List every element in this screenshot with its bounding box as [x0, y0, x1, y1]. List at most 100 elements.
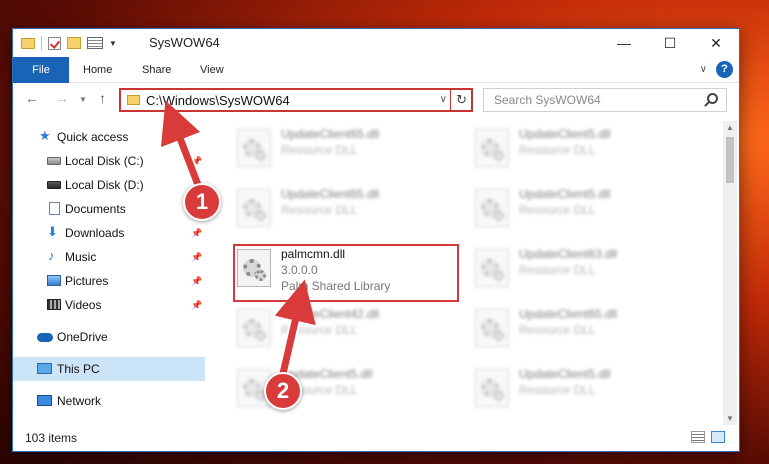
- address-separator: [450, 90, 451, 110]
- disk-icon: [47, 181, 61, 189]
- status-bar: 103 items: [13, 425, 739, 451]
- dll-file-icon: [475, 189, 509, 227]
- properties-icon[interactable]: [48, 36, 61, 50]
- sidebar-item-network[interactable]: Network: [13, 389, 205, 413]
- file-name: UpdateClient65.dll: [281, 187, 380, 201]
- sidebar-item-pictures[interactable]: Pictures 📌: [13, 269, 205, 293]
- address-bar[interactable]: C:\Windows\SysWOW64 ∨ ↻: [119, 88, 473, 112]
- file-name: UpdateClient5.dll: [519, 127, 611, 141]
- scroll-thumb[interactable]: [726, 137, 734, 183]
- file-description: Resource DLL: [519, 323, 596, 337]
- search-icon[interactable]: [707, 93, 718, 104]
- file-description: Resource DLL: [281, 203, 358, 217]
- tiles-view-icon[interactable]: [711, 431, 725, 443]
- pin-icon: 📌: [191, 251, 203, 262]
- file-item[interactable]: UpdateClient42.dll Resource DLL: [233, 301, 453, 353]
- downloads-icon: ⬇: [47, 224, 58, 239]
- back-arrow-icon[interactable]: ←: [25, 90, 39, 106]
- sidebar-item-this-pc[interactable]: This PC: [13, 357, 205, 381]
- sidebar-item-label: This PC: [57, 362, 100, 376]
- sidebar-item-label: Local Disk (C:): [65, 154, 144, 168]
- music-icon: ♪: [48, 248, 55, 263]
- pictures-icon: [47, 275, 61, 286]
- file-name: UpdateClient5.dll: [519, 187, 611, 201]
- help-icon[interactable]: ?: [716, 61, 733, 78]
- file-name: UpdateClient65.dll: [281, 127, 380, 141]
- minimize-button[interactable]: —: [601, 29, 647, 57]
- sidebar-item-local-disk-c[interactable]: Local Disk (C:) 📌: [13, 149, 205, 173]
- close-button[interactable]: ✕: [693, 29, 739, 57]
- sidebar-item-label: OneDrive: [57, 330, 108, 344]
- sidebar-item-documents[interactable]: Documents 📌: [13, 197, 205, 221]
- forward-arrow-icon[interactable]: →: [55, 90, 69, 106]
- vertical-scrollbar[interactable]: ▲ ▼: [723, 121, 737, 425]
- dll-file-icon: [475, 129, 509, 167]
- sidebar-item-label: Videos: [65, 298, 102, 312]
- pin-icon: 📌: [191, 275, 203, 286]
- file-description: Resource DLL: [519, 143, 596, 157]
- file-name: UpdateClient65.dll: [519, 307, 618, 321]
- file-item[interactable]: UpdateClient65.dll Resource DLL: [471, 301, 691, 353]
- file-description: Resource DLL: [281, 323, 358, 337]
- documents-icon: [49, 202, 60, 215]
- file-item[interactable]: UpdateClient63.dll Resource DLL: [471, 241, 691, 293]
- refresh-icon[interactable]: ↻: [456, 92, 467, 108]
- address-path[interactable]: C:\Windows\SysWOW64: [146, 93, 290, 108]
- sidebar-item-label: Network: [57, 394, 102, 408]
- search-box[interactable]: Search SysWOW64: [483, 88, 727, 112]
- navigation-pane: ★ Quick access Local Disk (C:) 📌 Local D…: [13, 121, 207, 423]
- file-name: UpdateClient63.dll: [519, 247, 618, 261]
- folder-icon: [127, 95, 140, 105]
- sidebar-item-videos[interactable]: Videos 📌: [13, 293, 205, 317]
- file-item[interactable]: UpdateClient65.dll Resource DLL: [233, 181, 453, 233]
- sidebar-item-onedrive[interactable]: OneDrive: [13, 325, 205, 349]
- tab-home[interactable]: Home: [83, 57, 112, 83]
- quick-access-toolbar: ▼: [21, 34, 117, 52]
- file-item[interactable]: UpdateClient5.dll Resource DLL: [471, 181, 691, 233]
- this-pc-icon: [37, 363, 52, 374]
- onedrive-icon: [37, 333, 53, 342]
- tab-share[interactable]: Share: [142, 57, 171, 83]
- dll-file-icon: [237, 189, 271, 227]
- maximize-button[interactable]: ☐: [647, 29, 693, 57]
- dll-file-icon: [475, 249, 509, 287]
- sidebar-item-label: Quick access: [57, 130, 129, 144]
- file-explorer-window: ▼ SysWOW64 — ☐ ✕ File Home Share View ∨ …: [12, 28, 740, 452]
- tab-file[interactable]: File: [13, 57, 69, 83]
- file-item[interactable]: UpdateClient65.dll Resource DLL: [233, 121, 453, 173]
- chevron-down-icon[interactable]: ∨: [700, 64, 707, 75]
- disk-icon: [47, 157, 61, 165]
- title-bar: ▼ SysWOW64 — ☐ ✕: [13, 29, 739, 57]
- file-name: UpdateClient42.dll: [281, 307, 380, 321]
- details-view-icon[interactable]: [691, 431, 705, 443]
- tab-view[interactable]: View: [200, 57, 224, 83]
- videos-icon: [47, 299, 61, 310]
- file-description: Resource DLL: [519, 383, 596, 397]
- sidebar-item-quick-access[interactable]: ★ Quick access: [13, 125, 205, 149]
- file-item[interactable]: UpdateClient5.dll Resource DLL: [471, 361, 691, 413]
- ribbon: File Home Share View ∨ ?: [13, 57, 739, 83]
- sidebar-item-local-disk-d[interactable]: Local Disk (D:): [13, 173, 205, 197]
- navigation-bar: ← → ▼ ↑ C:\Windows\SysWOW64 ∨ ↻ Search S…: [13, 84, 739, 116]
- chevron-down-icon[interactable]: ▼: [79, 95, 87, 104]
- sidebar-item-music[interactable]: ♪ Music 📌: [13, 245, 205, 269]
- search-input[interactable]: Search SysWOW64: [494, 93, 601, 107]
- view-options-icon[interactable]: [87, 37, 103, 49]
- scroll-down-icon[interactable]: ▼: [726, 414, 734, 423]
- sidebar-item-label: Documents: [65, 202, 126, 216]
- sidebar-item-label: Music: [65, 250, 97, 264]
- scroll-up-icon[interactable]: ▲: [726, 123, 734, 132]
- dll-file-icon: [475, 369, 509, 407]
- folder-icon[interactable]: [21, 37, 35, 49]
- new-folder-icon[interactable]: [67, 37, 81, 49]
- pin-icon: 📌: [191, 155, 203, 166]
- pin-icon: 📌: [191, 227, 203, 238]
- dll-file-icon: [475, 309, 509, 347]
- chevron-down-icon[interactable]: ▼: [109, 39, 117, 48]
- callout-number-2: 2: [264, 372, 302, 410]
- file-item[interactable]: UpdateClient5.dll Resource DLL: [471, 121, 691, 173]
- chevron-down-icon[interactable]: ∨: [440, 94, 447, 105]
- up-arrow-icon[interactable]: ↑: [99, 90, 106, 106]
- sidebar-item-downloads[interactable]: ⬇ Downloads 📌: [13, 221, 205, 245]
- sidebar-item-label: Local Disk (D:): [65, 178, 144, 192]
